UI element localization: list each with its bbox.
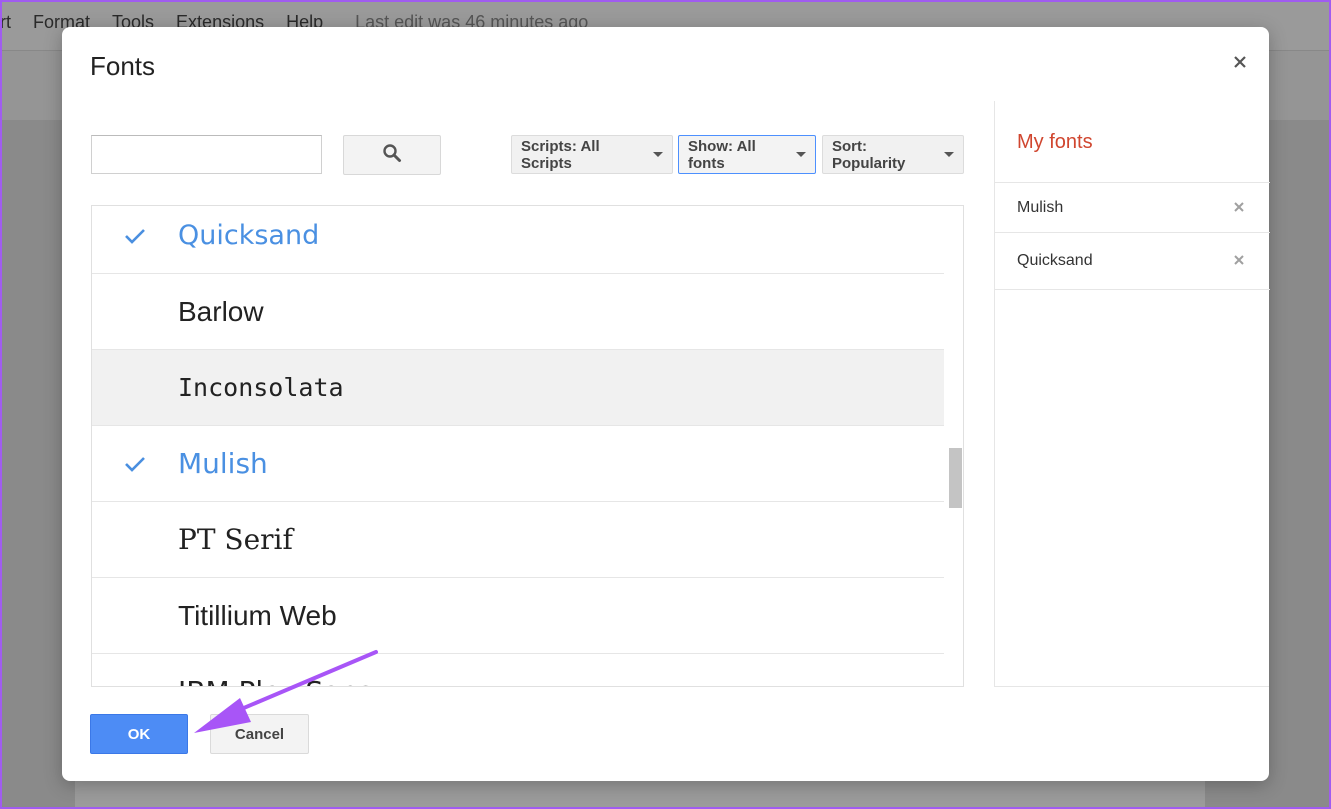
ok-button[interactable]: OK [90, 714, 188, 754]
font-name: Titillium Web [178, 599, 337, 631]
menu-item-insert: rt [0, 12, 11, 32]
my-font-item: Mulish [995, 183, 1270, 233]
scrollbar-thumb[interactable] [949, 448, 962, 508]
sort-dropdown[interactable]: Sort: Popularity [822, 135, 964, 174]
remove-icon[interactable] [1234, 252, 1244, 270]
my-fonts-panel: My fonts Mulish Quicksand [994, 101, 1270, 687]
chevron-down-icon [944, 152, 954, 157]
my-font-label: Mulish [1017, 198, 1064, 216]
font-row-barlow[interactable]: Barlow [92, 274, 945, 350]
show-dropdown-label: Show: All fonts [688, 137, 756, 172]
font-list: Quicksand Barlow Inconsolata Mulish PT S… [91, 205, 964, 687]
font-row-inconsolata[interactable]: Inconsolata [92, 350, 945, 426]
scrollbar[interactable] [944, 206, 963, 686]
cancel-button[interactable]: Cancel [210, 714, 309, 754]
show-dropdown[interactable]: Show: All fonts [678, 135, 816, 174]
font-row-quicksand[interactable]: Quicksand [92, 206, 945, 274]
fonts-dialog: Fonts Scripts: All Scripts Show: All fon… [62, 27, 1270, 781]
my-fonts-title: My fonts [1017, 131, 1093, 153]
check-icon [124, 426, 146, 501]
font-row-mulish[interactable]: Mulish [92, 426, 945, 502]
font-name: Barlow [178, 295, 264, 327]
font-row-pt-serif[interactable]: PT Serif [92, 502, 945, 578]
sort-dropdown-label: Sort: Popularity [832, 137, 906, 172]
font-name: IBM Plex Sans [178, 654, 373, 686]
search-button[interactable] [343, 135, 441, 175]
search-icon [382, 143, 402, 168]
font-name: Inconsolata [178, 373, 344, 402]
chevron-down-icon [653, 152, 663, 157]
my-font-item: Quicksand [995, 233, 1270, 290]
chevron-down-icon [796, 152, 806, 157]
dialog-title: Fonts [90, 51, 156, 81]
font-name: Quicksand [178, 220, 320, 251]
scripts-dropdown[interactable]: Scripts: All Scripts [511, 135, 673, 174]
my-font-label: Quicksand [1017, 252, 1093, 269]
scripts-dropdown-label: Scripts: All Scripts [521, 137, 600, 172]
remove-icon[interactable] [1234, 199, 1244, 217]
font-name: PT Serif [178, 523, 293, 556]
font-row-ibm-plex-sans[interactable]: IBM Plex Sans [92, 654, 945, 686]
font-name: Mulish [178, 447, 268, 480]
font-row-titillium-web[interactable]: Titillium Web [92, 578, 945, 654]
close-icon[interactable] [1229, 51, 1251, 73]
check-icon [124, 206, 146, 273]
search-input[interactable] [91, 135, 322, 174]
